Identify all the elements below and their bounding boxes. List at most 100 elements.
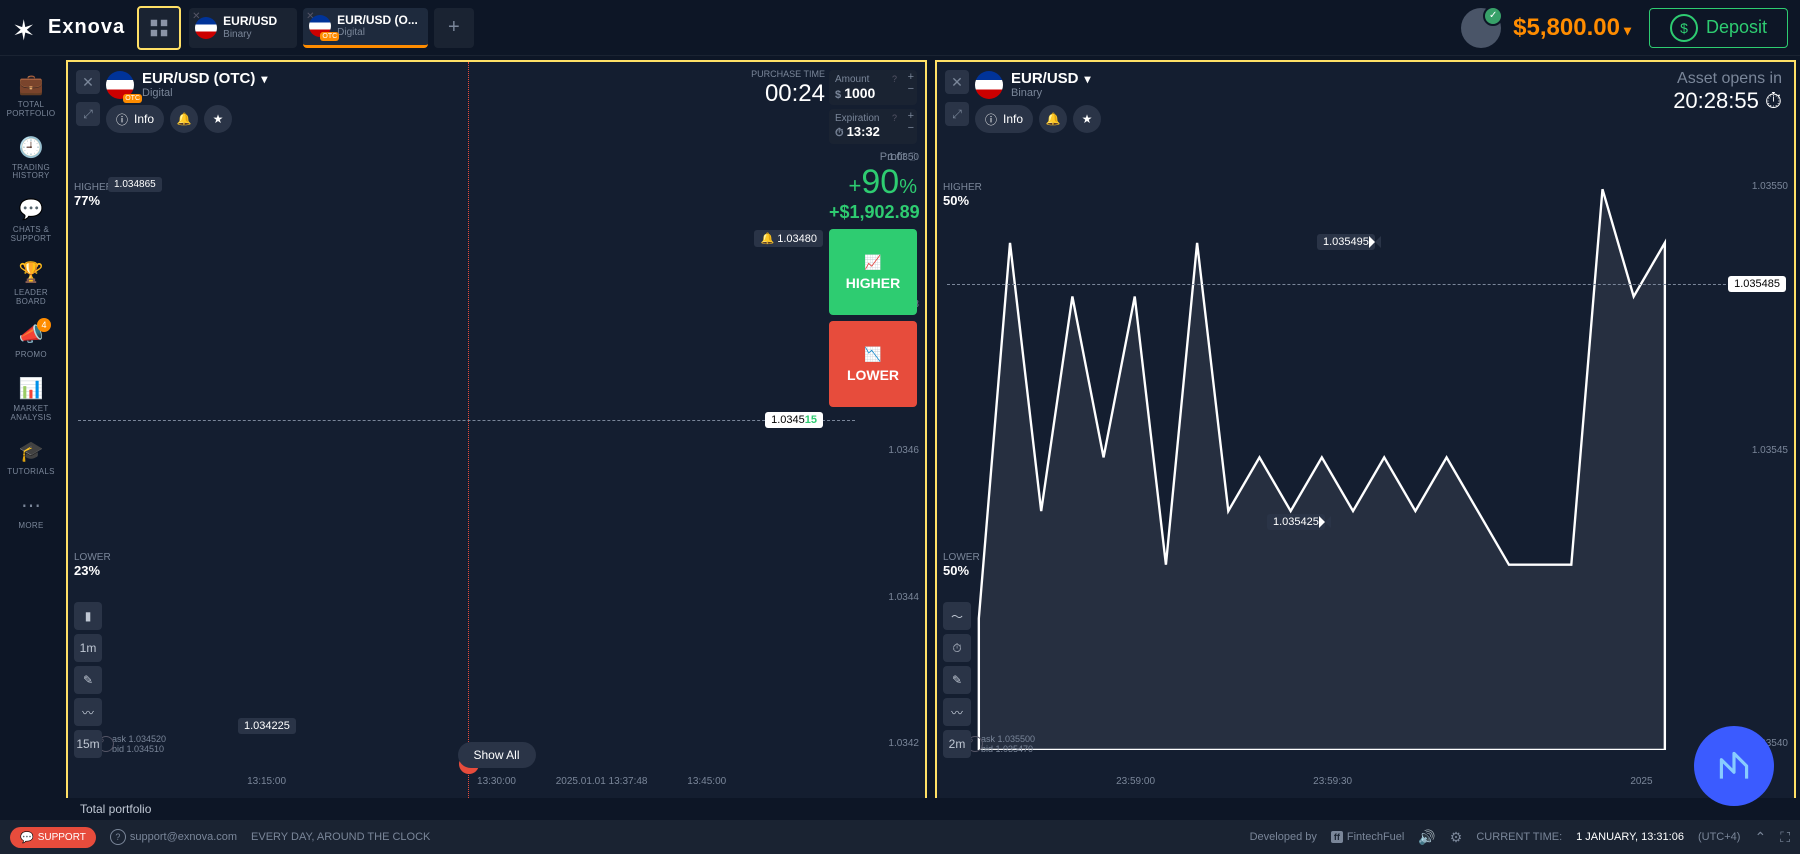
collapse-icon[interactable]: ⌃ — [1754, 829, 1766, 846]
timer-icon: ⏱ — [1765, 88, 1782, 114]
x-axis: 23:59:00 23:59:30 2025 — [1037, 776, 1694, 790]
expand-panel-button[interactable]: ⤢ — [945, 102, 969, 126]
sidebar-item-analysis[interactable]: 📊MARKET ANALYSIS — [3, 370, 59, 429]
opens-in-value: 20:28:55⏱ — [1673, 88, 1782, 114]
lower-button[interactable]: 📉LOWER — [829, 321, 917, 407]
favorite-button[interactable]: ★ — [204, 105, 232, 133]
purchase-time-value: 00:24 — [751, 80, 825, 108]
line-chart[interactable] — [967, 177, 1724, 750]
purchase-time-line: ⏱ — [468, 62, 469, 798]
higher-button[interactable]: 📈HIGHER — [829, 229, 917, 315]
help-icon[interactable]: ? — [892, 113, 897, 123]
plus-button[interactable]: + — [908, 72, 914, 83]
chart-type-button[interactable]: 〜 — [943, 602, 971, 630]
avatar[interactable] — [1461, 8, 1501, 48]
candlestick-chart[interactable] — [92, 177, 831, 750]
draw-tool-button[interactable]: ✎ — [943, 666, 971, 694]
trophy-icon: 🏆 — [19, 260, 44, 285]
fullscreen-icon[interactable]: ⛶ — [1780, 829, 1790, 846]
sidebar-item-more[interactable]: ⋯MORE — [3, 487, 59, 537]
timeframe-15m[interactable]: 15m — [74, 730, 102, 758]
flag-icon — [106, 71, 134, 99]
sidebar-item-leaderboard[interactable]: 🏆LEADER BOARD — [3, 254, 59, 313]
flag-icon — [309, 15, 331, 37]
indicator-button[interactable]: 〰 — [74, 698, 102, 726]
fab-button[interactable] — [1694, 726, 1774, 806]
flag-icon — [975, 71, 1003, 99]
sidebar-item-history[interactable]: 🕘TRADING HISTORY — [3, 129, 59, 188]
asset-title: EUR/USD (OTC) — [142, 70, 267, 87]
draw-tool-button[interactable]: ✎ — [74, 666, 102, 694]
expiration-input[interactable]: Expiration 13:32 ? +− — [829, 109, 917, 144]
plus-button[interactable]: + — [908, 111, 914, 122]
trend-up-icon: 📈 — [864, 254, 881, 271]
balance-dropdown[interactable]: $5,800.00 — [1513, 14, 1631, 42]
tab-eurusd-binary[interactable]: ✕ EUR/USD Binary — [189, 8, 297, 48]
badge: 4 — [37, 318, 51, 332]
more-icon: ⋯ — [21, 493, 41, 518]
alert-button[interactable]: 🔔 — [170, 105, 198, 133]
trend-down-icon: 📉 — [864, 346, 881, 363]
expand-panel-button[interactable]: ⤢ — [76, 102, 100, 126]
sound-icon[interactable]: 🔊 — [1418, 829, 1435, 846]
clock-icon: 🕘 — [19, 135, 44, 160]
alert-price-flag: 🔔 1.03480 — [754, 230, 823, 247]
timeframe-1m[interactable]: 1m — [74, 634, 102, 662]
info-icon: ⓘ — [985, 111, 997, 128]
tab-asset-type: Binary — [223, 29, 277, 40]
developed-by: Developed by — [1250, 831, 1317, 843]
sidebar-item-promo[interactable]: 📣PROMO4 — [3, 316, 59, 366]
favorite-button[interactable]: ★ — [1073, 105, 1101, 133]
indicator-button[interactable]: 〰 — [943, 698, 971, 726]
bid-ask-display: ? ask 1.035500bid 1.035470 — [981, 734, 1035, 754]
support-button[interactable]: SUPPORT — [10, 827, 96, 848]
asset-selector[interactable]: EUR/USD (OTC) Digital — [106, 70, 267, 99]
star-icon: ★ — [213, 112, 224, 126]
support-email[interactable]: support@exnova.com — [110, 829, 237, 845]
asset-subtitle: Digital — [142, 87, 267, 99]
timeframe-button[interactable]: ⏱ — [943, 634, 971, 662]
minus-button[interactable]: − — [908, 84, 914, 95]
current-price-line — [78, 420, 855, 421]
lower-sentiment: LOWER 50% — [943, 552, 980, 578]
show-all-button[interactable]: Show All — [457, 742, 535, 768]
bell-icon: 🔔 — [177, 112, 192, 126]
alert-button[interactable]: 🔔 — [1039, 105, 1067, 133]
high-price-label: 1.035495 — [1317, 234, 1375, 250]
hover-value: 1.034865 — [108, 177, 162, 192]
asset-title: EUR/USD — [1011, 70, 1091, 87]
current-price-flag: 1.035485 — [1728, 276, 1786, 292]
candle-type-button[interactable]: ▮ — [74, 602, 102, 630]
help-icon[interactable]: ? — [892, 74, 897, 84]
flag-icon — [195, 17, 217, 39]
close-panel-button[interactable]: ✕ — [945, 70, 969, 94]
deposit-button[interactable]: Deposit — [1649, 8, 1788, 48]
layout-grid-button[interactable] — [137, 6, 181, 50]
info-button[interactable]: ⓘInfo — [106, 105, 164, 133]
asset-selector[interactable]: EUR/USD Binary — [975, 70, 1101, 99]
minus-button[interactable]: − — [908, 123, 914, 134]
brand-name: Exnova — [48, 16, 125, 39]
timeframe-2m[interactable]: 2m — [943, 730, 971, 758]
fab-icon — [1713, 745, 1755, 787]
amount-input[interactable]: Amount 1000 ? +− — [829, 70, 917, 105]
y-axis: 1.03550 1.03545 1.03540 — [1732, 152, 1788, 738]
low-price-label: 1.034225 — [238, 718, 296, 734]
footer: SUPPORT support@exnova.com EVERY DAY, AR… — [0, 820, 1800, 854]
sidebar-item-tutorials[interactable]: 🎓TUTORIALS — [3, 433, 59, 483]
close-panel-button[interactable]: ✕ — [76, 70, 100, 94]
portfolio-bar[interactable]: Total portfolio — [62, 798, 1800, 820]
fintechfuel-link[interactable]: FintechFuel — [1331, 831, 1404, 843]
brand-logo[interactable]: Exnova — [12, 14, 125, 42]
purchase-time-label: PURCHASE TIME — [751, 70, 825, 80]
bid-ask-display: ? ask 1.034520bid 1.034510 — [112, 734, 166, 754]
tab-eurusd-digital[interactable]: ✕ EUR/USD (O... Digital — [303, 8, 428, 48]
settings-icon[interactable]: ⚙ — [1450, 829, 1463, 846]
current-price-flag: 1.034515 — [765, 412, 823, 428]
info-button[interactable]: ⓘInfo — [975, 105, 1033, 133]
add-tab-button[interactable]: + — [434, 8, 474, 48]
sidebar-item-portfolio[interactable]: 💼TOTAL PORTFOLIO — [3, 66, 59, 125]
info-icon: ⓘ — [116, 111, 128, 128]
sidebar-item-chats[interactable]: 💬CHATS & SUPPORT — [3, 191, 59, 250]
slogan: EVERY DAY, AROUND THE CLOCK — [251, 831, 430, 843]
